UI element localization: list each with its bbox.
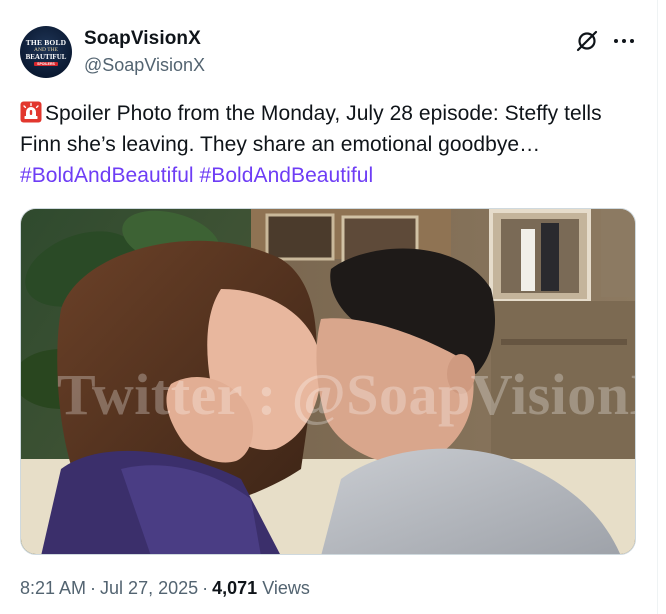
tweet-metadata: 8:21 AM · Jul 27, 2025 · 4,071 Views	[20, 578, 310, 599]
view-count: 4,071	[212, 578, 258, 598]
separator-dot: ·	[90, 578, 97, 598]
siren-icon	[20, 101, 42, 123]
separator-dot: ·	[202, 578, 209, 598]
watermark-text: Twitter : @SoapVisionX	[57, 362, 636, 427]
views-label: Views	[262, 578, 310, 598]
avatar-line-3: BEAUTIFUL	[25, 52, 67, 61]
tweet-photo[interactable]: Twitter : @SoapVisionX	[20, 208, 636, 555]
tweet-text: Spoiler Photo from the Monday, July 28 e…	[20, 98, 640, 191]
avatar[interactable]: THE BOLD AND THE BEAUTIFUL SPOILERS	[20, 26, 72, 78]
user-handle[interactable]: @SoapVisionX	[84, 55, 205, 76]
post-time[interactable]: 8:21 AM	[20, 578, 86, 598]
hashtag-link[interactable]: #BoldAndBeautiful	[20, 164, 194, 187]
display-name[interactable]: SoapVisionX	[84, 28, 201, 50]
hashtag-link[interactable]: #BoldAndBeautiful	[200, 164, 374, 187]
tweet-card: THE BOLD AND THE BEAUTIFUL SPOILERS Soap…	[0, 0, 658, 614]
grok-icon[interactable]	[574, 28, 600, 54]
avatar-line-1: THE BOLD	[25, 37, 67, 47]
avatar-badge: SPOILERS	[34, 61, 58, 66]
post-date[interactable]: Jul 27, 2025	[100, 578, 198, 598]
more-icon[interactable]	[611, 28, 637, 54]
tweet-body: Spoiler Photo from the Monday, July 28 e…	[20, 102, 602, 156]
